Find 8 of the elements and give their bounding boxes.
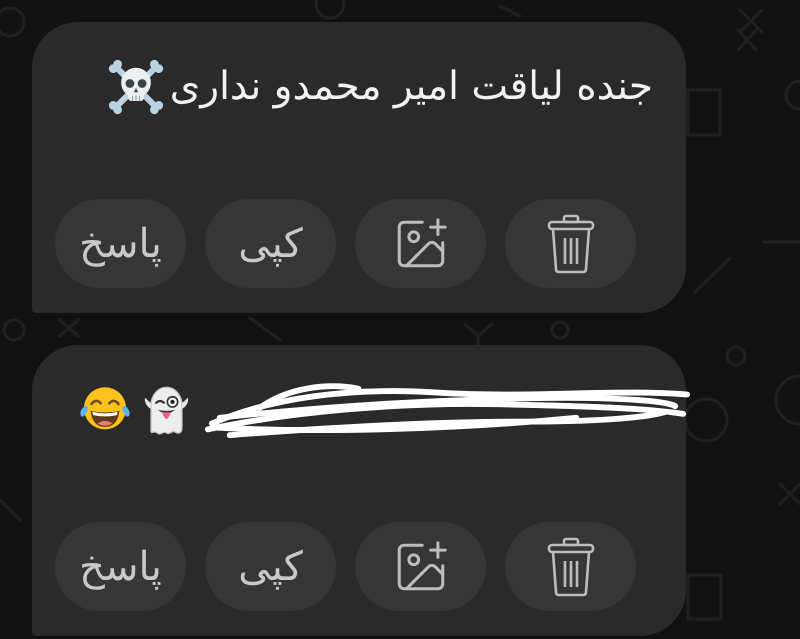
trash-icon (546, 214, 596, 274)
message-text: جنده لیاقت امیر محمدو نداری (170, 64, 653, 109)
skull-crossbones-icon (108, 59, 164, 115)
copy-button[interactable]: کپی (205, 199, 336, 288)
reply-button[interactable]: پاسخ (55, 199, 186, 288)
reply-button[interactable]: پاسخ (55, 522, 186, 611)
trash-icon (546, 536, 596, 596)
copy-button[interactable]: کپی (205, 522, 336, 611)
